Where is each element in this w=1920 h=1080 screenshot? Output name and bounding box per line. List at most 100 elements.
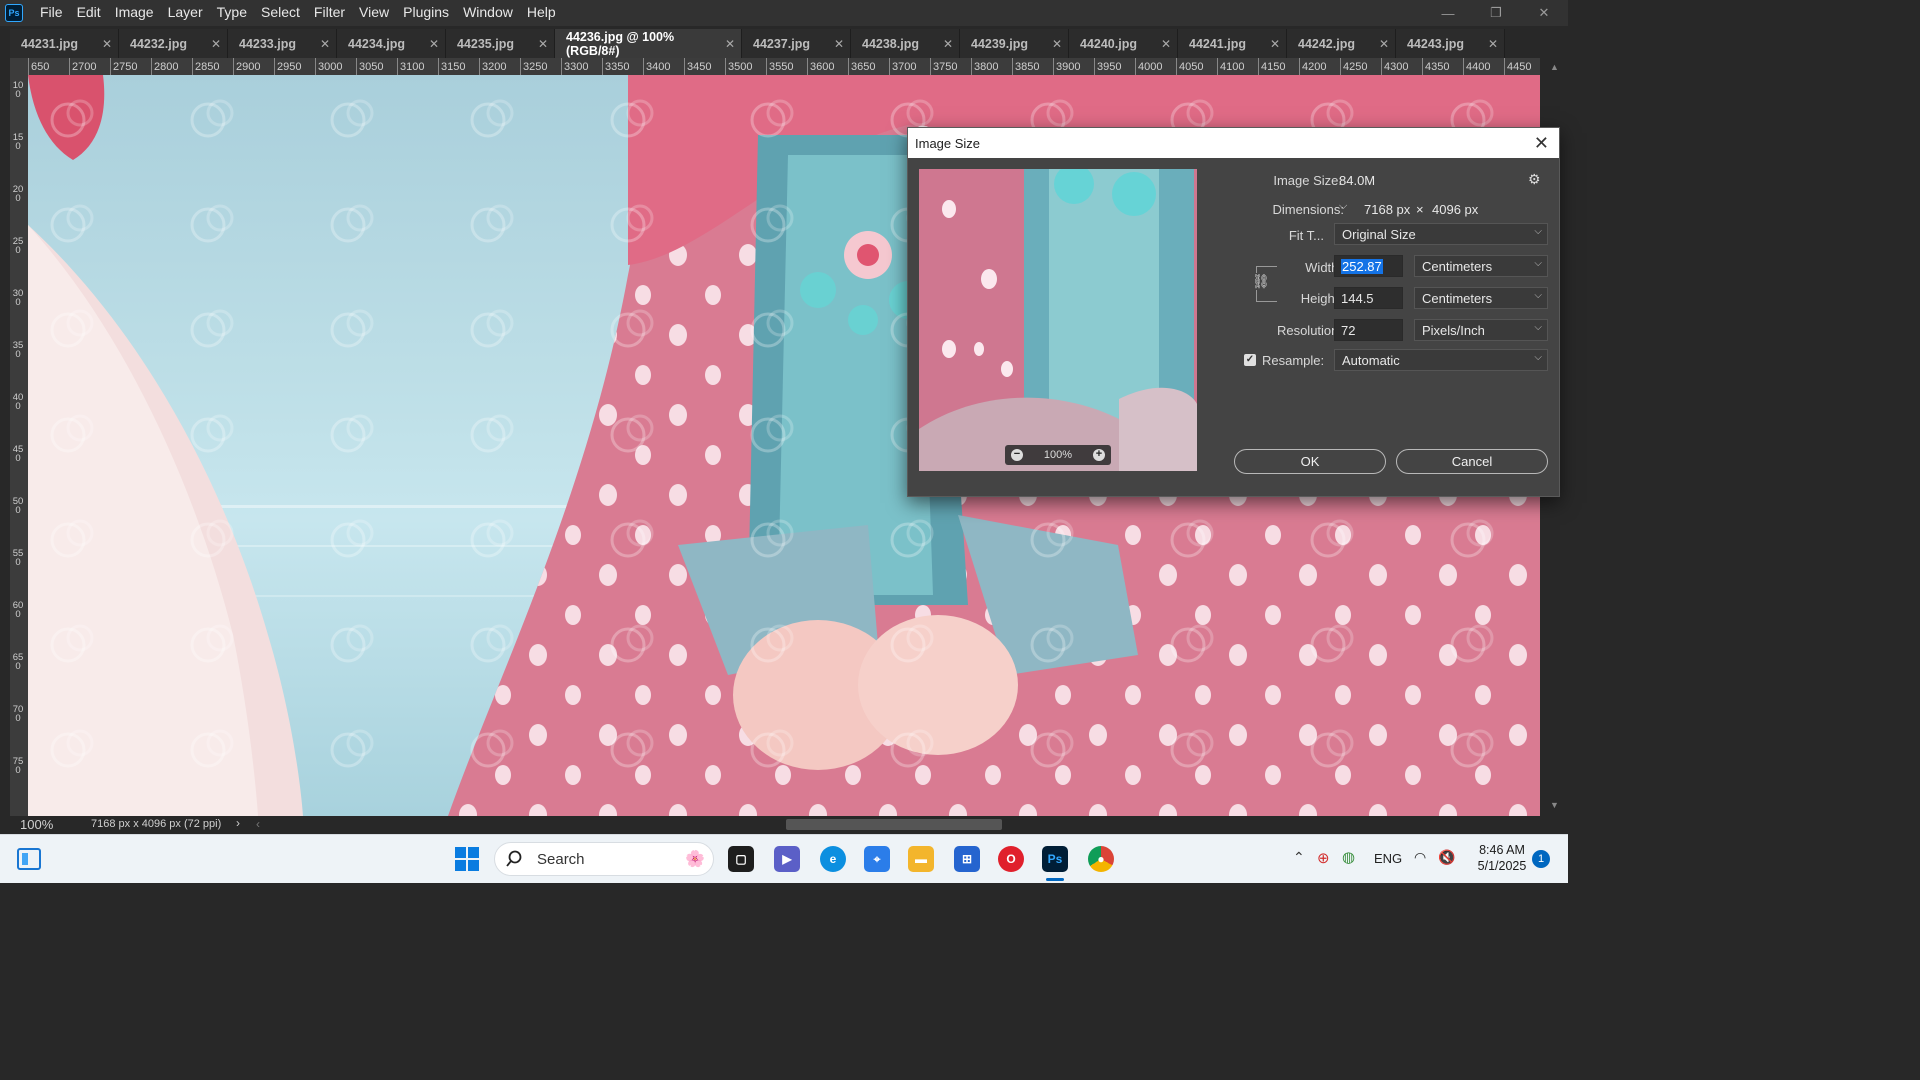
menu-filter[interactable]: Filter [307, 0, 352, 26]
vpn-tray-icon[interactable]: ⊕ [1317, 849, 1330, 867]
zoom-in-icon[interactable]: + [1092, 449, 1105, 461]
teams-icon[interactable]: ▶ [774, 846, 800, 872]
ruler-corner[interactable] [10, 58, 28, 75]
document-tab[interactable]: 44234.jpg ✕ [337, 29, 446, 58]
info-arrow-icon[interactable]: › [236, 816, 240, 830]
document-tab[interactable]: 44233.jpg ✕ [228, 29, 337, 58]
wifi-icon[interactable]: ◠ [1414, 849, 1426, 866]
tab-close-icon[interactable]: ✕ [1161, 37, 1171, 51]
resolution-input[interactable]: 72 [1334, 319, 1403, 341]
document-tab[interactable]: 44235.jpg ✕ [446, 29, 555, 58]
width-unit-select[interactable]: Centimeters ⌵ [1414, 255, 1548, 277]
height-label: Height: [1300, 291, 1342, 306]
network-globe-tray-icon[interactable]: ◍ [1342, 848, 1355, 866]
menu-plugins[interactable]: Plugins [396, 0, 456, 26]
snipping-tool-icon[interactable]: ⌖ [864, 846, 890, 872]
cancel-button[interactable]: Cancel [1396, 449, 1548, 474]
tab-close-icon[interactable]: ✕ [429, 37, 439, 51]
document-tab[interactable]: 44231.jpg ✕ [10, 29, 119, 58]
resample-checkbox[interactable]: ✓ [1244, 354, 1256, 366]
tab-close-icon[interactable]: ✕ [211, 37, 221, 51]
start-windows-icon[interactable] [454, 846, 480, 872]
horizontal-ruler[interactable]: 650 2700 2750 2800 2850 2900 2950 3000 3050 3100 3… [10, 58, 1540, 76]
menu-bar: Ps File Edit Image Layer Type Select Filter Vie… [0, 0, 1568, 26]
tab-close-icon[interactable]: ✕ [1488, 37, 1498, 51]
resolution-value: 72 [1341, 323, 1356, 338]
height-unit-select[interactable]: Centimeters ⌵ [1414, 287, 1548, 309]
dialog-close-icon[interactable]: ✕ [1534, 133, 1549, 154]
tab-close-icon[interactable]: ✕ [943, 37, 953, 51]
zoom-out-icon[interactable]: − [1011, 449, 1023, 461]
vertical-ruler[interactable]: 100 150 200 250 300 350 400 450 500 550 600 650 700 7… [10, 75, 29, 816]
minimize-icon[interactable]: — [1424, 0, 1472, 26]
document-tab[interactable]: 44236.jpg @ 100% (RGB/8#) ✕ [555, 29, 742, 58]
tab-close-icon[interactable]: ✕ [725, 37, 735, 51]
microsoft-store-icon[interactable]: ⊞ [954, 846, 980, 872]
volume-muted-icon[interactable]: 🔇 [1438, 849, 1455, 866]
document-tab[interactable]: 44239.jpg ✕ [960, 29, 1069, 58]
menu-window[interactable]: Window [456, 0, 520, 26]
ruler-tick-label: 3400 [643, 58, 670, 75]
tab-label: 44240.jpg [1080, 36, 1137, 51]
language-indicator[interactable]: ENG [1374, 851, 1402, 866]
tab-close-icon[interactable]: ✕ [1052, 37, 1062, 51]
close-window-icon[interactable]: ✕ [1520, 0, 1568, 26]
show-hidden-icons-icon[interactable]: ⌃ [1293, 849, 1305, 866]
document-tab[interactable]: 44237.jpg ✕ [742, 29, 851, 58]
settings-gear-icon[interactable]: ⚙ [1528, 171, 1541, 188]
menu-edit[interactable]: Edit [70, 0, 108, 26]
document-tab[interactable]: 44242.jpg ✕ [1287, 29, 1396, 58]
document-tab[interactable]: 44240.jpg ✕ [1069, 29, 1178, 58]
tab-close-icon[interactable]: ✕ [1270, 37, 1280, 51]
link-chain-icon[interactable]: ⛓ [1252, 273, 1270, 290]
tab-close-icon[interactable]: ✕ [834, 37, 844, 51]
horizontal-scroll-thumb[interactable] [786, 819, 1002, 830]
system-clock[interactable]: 8:46 AM 5/1/2025 [1474, 842, 1530, 874]
photoshop-taskbar-icon[interactable]: Ps [1042, 846, 1068, 872]
ruler-tick-label: 3900 [1053, 58, 1080, 75]
tab-close-icon[interactable]: ✕ [102, 37, 112, 51]
width-input[interactable]: 252.87 [1334, 255, 1403, 277]
menu-file[interactable]: File [33, 0, 70, 26]
maximize-icon[interactable]: ❐ [1472, 0, 1520, 26]
chrome-icon[interactable]: ● [1088, 846, 1114, 872]
document-tab[interactable]: 44243.jpg ✕ [1396, 29, 1505, 58]
dimensions-label: Dimensions: [1272, 202, 1344, 217]
notification-badge[interactable]: 1 [1532, 850, 1550, 868]
dialog-title-bar[interactable]: Image Size ✕ [908, 128, 1559, 158]
image-size-dialog: Image Size ✕ − 100% + Image Size: 84.0M … [907, 127, 1560, 497]
document-tab[interactable]: 44241.jpg ✕ [1178, 29, 1287, 58]
tab-close-icon[interactable]: ✕ [320, 37, 330, 51]
menu-select[interactable]: Select [254, 0, 307, 26]
document-tab[interactable]: 44238.jpg ✕ [851, 29, 960, 58]
menu-type[interactable]: Type [210, 0, 254, 26]
zoom-level[interactable]: 100% [20, 817, 53, 832]
resample-value: Automatic [1342, 353, 1400, 368]
opera-icon[interactable]: O [998, 846, 1024, 872]
height-input[interactable]: 144.5 [1334, 287, 1403, 309]
scroll-up-icon[interactable]: ▲ [1550, 62, 1559, 72]
edge-icon[interactable]: e [820, 846, 846, 872]
scroll-down-icon[interactable]: ▼ [1550, 800, 1559, 810]
widgets-icon[interactable] [16, 846, 42, 872]
tab-close-icon[interactable]: ✕ [538, 37, 548, 51]
task-view-icon[interactable]: ▢ [728, 846, 754, 872]
resample-select[interactable]: Automatic ⌵ [1334, 349, 1548, 371]
ruler-tick-label: 300 [12, 288, 24, 308]
menu-help[interactable]: Help [520, 0, 563, 26]
image-preview[interactable]: − 100% + [919, 169, 1197, 471]
resolution-unit-select[interactable]: Pixels/Inch ⌵ [1414, 319, 1548, 341]
scroll-left-icon[interactable]: ‹ [256, 817, 260, 831]
menu-layer[interactable]: Layer [161, 0, 210, 26]
ruler-tick-label: 3650 [848, 58, 875, 75]
tab-close-icon[interactable]: ✕ [1379, 37, 1389, 51]
menu-view[interactable]: View [352, 0, 396, 26]
ruler-tick-label: 2850 [192, 58, 219, 75]
dimensions-chevron-icon[interactable]: ⌵ [1339, 200, 1347, 213]
taskbar-search[interactable]: Search 🌸 [494, 842, 714, 876]
menu-image[interactable]: Image [108, 0, 161, 26]
ok-button[interactable]: OK [1234, 449, 1386, 474]
document-tab[interactable]: 44232.jpg ✕ [119, 29, 228, 58]
fit-to-select[interactable]: Original Size ⌵ [1334, 223, 1548, 245]
file-explorer-icon[interactable]: ▬ [908, 846, 934, 872]
